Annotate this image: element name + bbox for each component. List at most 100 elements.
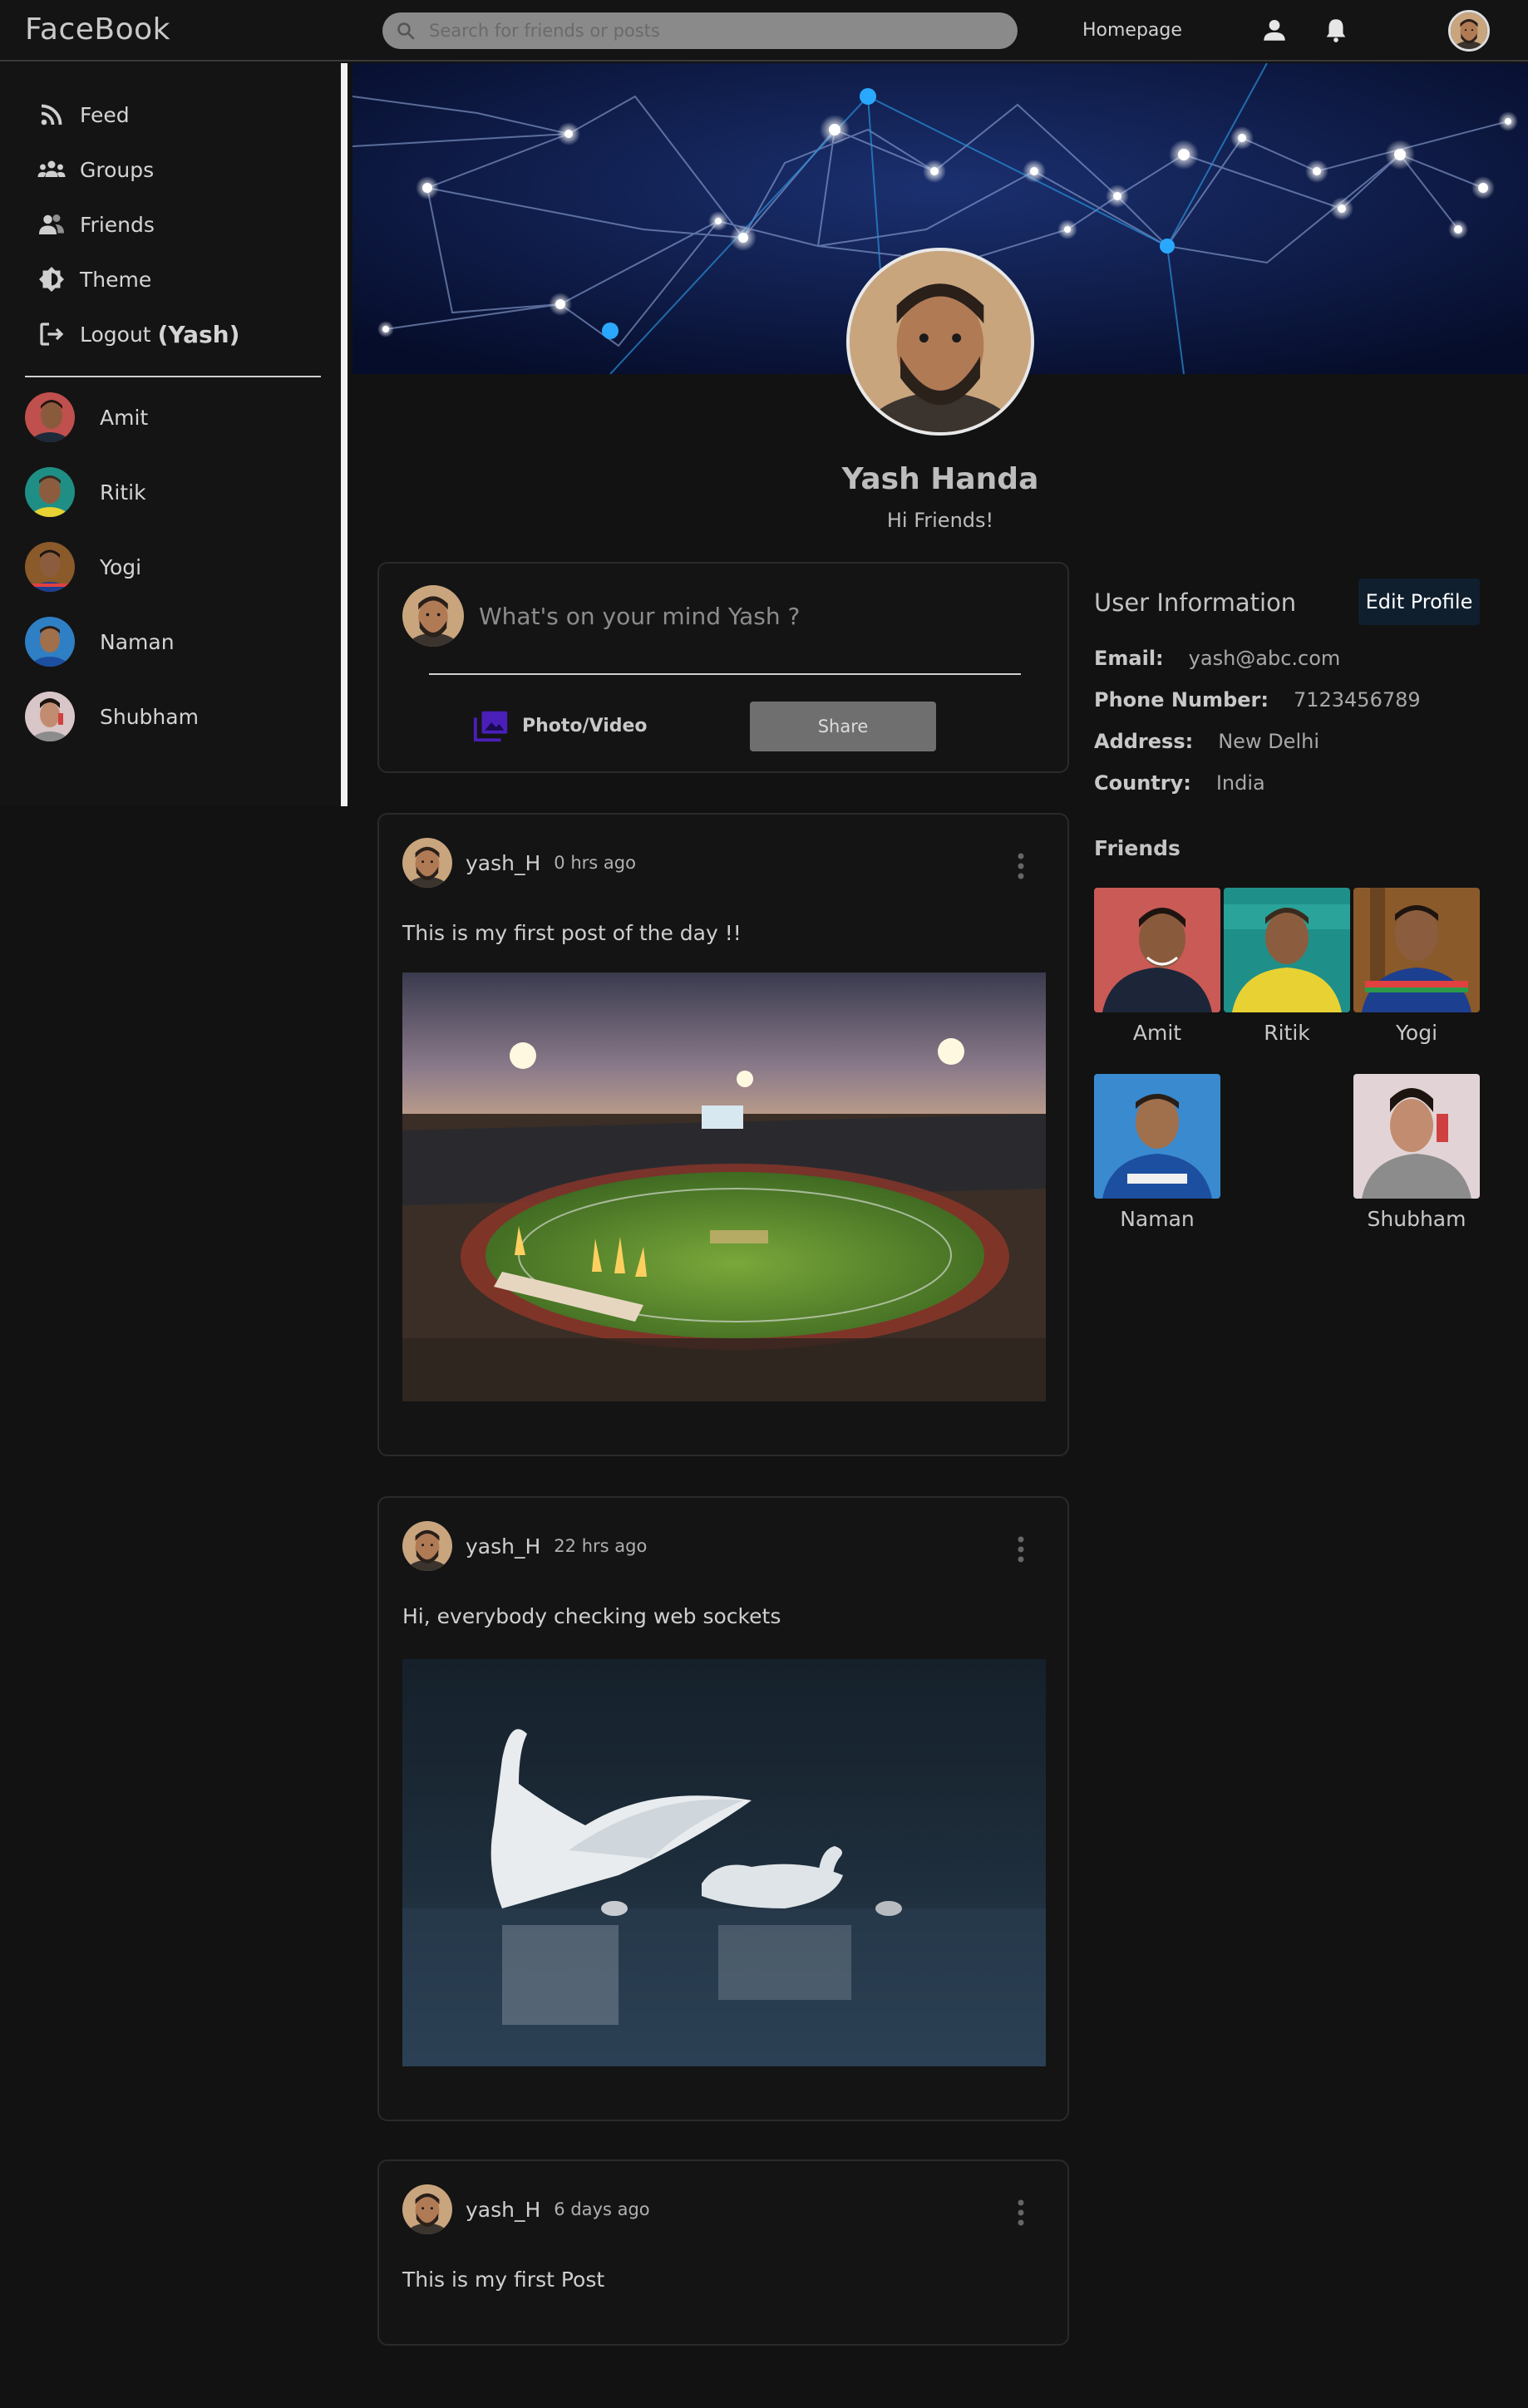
search-icon bbox=[397, 22, 415, 40]
sidebar-friend-shubham[interactable]: Shubham bbox=[25, 692, 199, 741]
share-button[interactable]: Share bbox=[750, 702, 936, 751]
homepage-link[interactable]: Homepage bbox=[1082, 20, 1182, 41]
post-username[interactable]: yash_H bbox=[466, 2198, 540, 2222]
profile-name: Yash Handa bbox=[841, 462, 1039, 496]
post-header: yash_H 0 hrs ago bbox=[402, 838, 636, 888]
post-image-stadium[interactable] bbox=[402, 973, 1046, 1401]
search-input[interactable] bbox=[427, 20, 1018, 42]
friend-photo bbox=[1224, 888, 1350, 1012]
logout-username: (Yash) bbox=[157, 320, 240, 348]
info-value: yash@abc.com bbox=[1188, 647, 1341, 670]
search-bar[interactable] bbox=[382, 12, 1018, 49]
sidebar-friend-yogi[interactable]: Yogi bbox=[25, 542, 141, 592]
info-key: Email: bbox=[1094, 647, 1164, 670]
post-timestamp: 0 hrs ago bbox=[554, 853, 636, 873]
friend-name: Naman bbox=[1120, 1207, 1195, 1231]
post-composer: Photo/Video Share bbox=[377, 562, 1069, 773]
avatar bbox=[25, 542, 75, 592]
info-value: 7123456789 bbox=[1293, 688, 1421, 712]
profile-bio: Hi Friends! bbox=[886, 509, 994, 532]
rss-icon bbox=[41, 104, 62, 126]
top-navbar: FaceBook Homepage bbox=[0, 0, 1528, 62]
friend-name: Amit bbox=[1132, 1021, 1182, 1045]
post-username[interactable]: yash_H bbox=[466, 1534, 540, 1559]
friend-photo bbox=[1353, 888, 1480, 1012]
logout-icon bbox=[40, 323, 64, 346]
avatar bbox=[25, 692, 75, 741]
sidebar-friend-naman[interactable]: Naman bbox=[25, 617, 175, 667]
info-key: Country: bbox=[1094, 771, 1191, 795]
friends-section-title: Friends bbox=[1094, 836, 1181, 860]
user-avatar[interactable] bbox=[1448, 10, 1490, 52]
sidebar-item-friends[interactable]: Friends bbox=[37, 209, 155, 239]
sidebar-friend-amit[interactable]: Amit bbox=[25, 392, 148, 442]
avatar bbox=[25, 617, 75, 667]
sidebar-item-theme[interactable]: Theme bbox=[37, 264, 151, 294]
photo-video-button[interactable]: Photo/Video bbox=[472, 707, 648, 745]
friend-name: Yogi bbox=[1395, 1021, 1438, 1045]
info-key: Address: bbox=[1094, 730, 1194, 753]
bell-icon[interactable] bbox=[1322, 16, 1350, 44]
composer-divider bbox=[429, 673, 1021, 675]
more-vertical-icon[interactable] bbox=[1016, 1534, 1026, 1564]
friend-name: Yogi bbox=[100, 554, 142, 579]
post-card: yash_H 22 hrs ago Hi, everybody checking… bbox=[377, 1496, 1069, 2121]
person-icon[interactable] bbox=[1260, 16, 1289, 44]
friend-name: Ritik bbox=[100, 480, 146, 505]
friend-name: Shubham bbox=[1367, 1207, 1466, 1231]
friend-name: Amit bbox=[100, 405, 149, 430]
friend-photo bbox=[1094, 1074, 1220, 1199]
friends-icon bbox=[39, 214, 64, 234]
info-key: Phone Number: bbox=[1094, 688, 1269, 712]
more-vertical-icon[interactable] bbox=[1016, 851, 1026, 881]
post-timestamp: 6 days ago bbox=[554, 2199, 650, 2219]
info-phone: Phone Number: 7123456789 bbox=[1094, 688, 1421, 712]
post-image-swans[interactable] bbox=[402, 1659, 1046, 2066]
post-card: yash_H 0 hrs ago This is my first post o… bbox=[377, 813, 1069, 1456]
brand-logo[interactable]: FaceBook bbox=[25, 12, 170, 47]
photo-video-label: Photo/Video bbox=[522, 715, 648, 736]
sidebar-item-label: Feed bbox=[80, 102, 130, 127]
sidebar-item-logout[interactable]: Logout (Yash) bbox=[37, 319, 239, 349]
friend-tile-amit[interactable]: Amit bbox=[1094, 888, 1220, 1045]
edit-profile-button[interactable]: Edit Profile bbox=[1358, 579, 1480, 625]
sidebar-friend-ritik[interactable]: Ritik bbox=[25, 467, 146, 517]
sidebar-item-label: Groups bbox=[80, 157, 155, 182]
more-vertical-icon[interactable] bbox=[1016, 2198, 1026, 2228]
sidebar-divider bbox=[25, 376, 321, 377]
post-username[interactable]: yash_H bbox=[466, 851, 540, 875]
friend-name: Shubham bbox=[100, 704, 199, 729]
sidebar-item-label: Logout bbox=[80, 322, 151, 347]
sidebar-item-label: Friends bbox=[80, 212, 155, 237]
post-header: yash_H 6 days ago bbox=[402, 2184, 650, 2234]
avatar[interactable] bbox=[402, 838, 452, 888]
avatar bbox=[25, 392, 75, 442]
info-address: Address: New Delhi bbox=[1094, 730, 1319, 753]
info-country: Country: India bbox=[1094, 771, 1265, 795]
avatar[interactable] bbox=[402, 1521, 452, 1571]
profile-picture[interactable] bbox=[846, 248, 1034, 436]
user-info-title: User Information bbox=[1094, 588, 1297, 617]
post-text: This is my first Post bbox=[402, 2268, 605, 2292]
friend-photo bbox=[1353, 1074, 1480, 1199]
post-input[interactable] bbox=[477, 595, 976, 637]
friend-tile-ritik[interactable]: Ritik bbox=[1224, 888, 1350, 1045]
post-card: yash_H 6 days ago This is my first Post bbox=[377, 2159, 1069, 2346]
info-value: New Delhi bbox=[1218, 730, 1319, 753]
avatar[interactable] bbox=[402, 2184, 452, 2234]
friend-tile-naman[interactable]: Naman bbox=[1094, 1074, 1220, 1231]
avatar bbox=[25, 467, 75, 517]
friend-photo bbox=[1094, 888, 1220, 1012]
post-text: This is my first post of the day !! bbox=[402, 921, 742, 945]
sidebar: Feed Groups Friends Theme Logout (Yash) … bbox=[0, 63, 347, 806]
friend-name: Ritik bbox=[1264, 1021, 1310, 1045]
post-text: Hi, everybody checking web sockets bbox=[402, 1604, 781, 1628]
friend-name: Naman bbox=[100, 629, 175, 654]
sidebar-item-groups[interactable]: Groups bbox=[37, 155, 154, 185]
post-header: yash_H 22 hrs ago bbox=[402, 1521, 647, 1571]
sidebar-item-feed[interactable]: Feed bbox=[37, 100, 130, 130]
info-email: Email: yash@abc.com bbox=[1094, 647, 1340, 670]
groups-icon bbox=[37, 160, 66, 177]
friend-tile-shubham[interactable]: Shubham bbox=[1353, 1074, 1480, 1231]
friend-tile-yogi[interactable]: Yogi bbox=[1353, 888, 1480, 1045]
